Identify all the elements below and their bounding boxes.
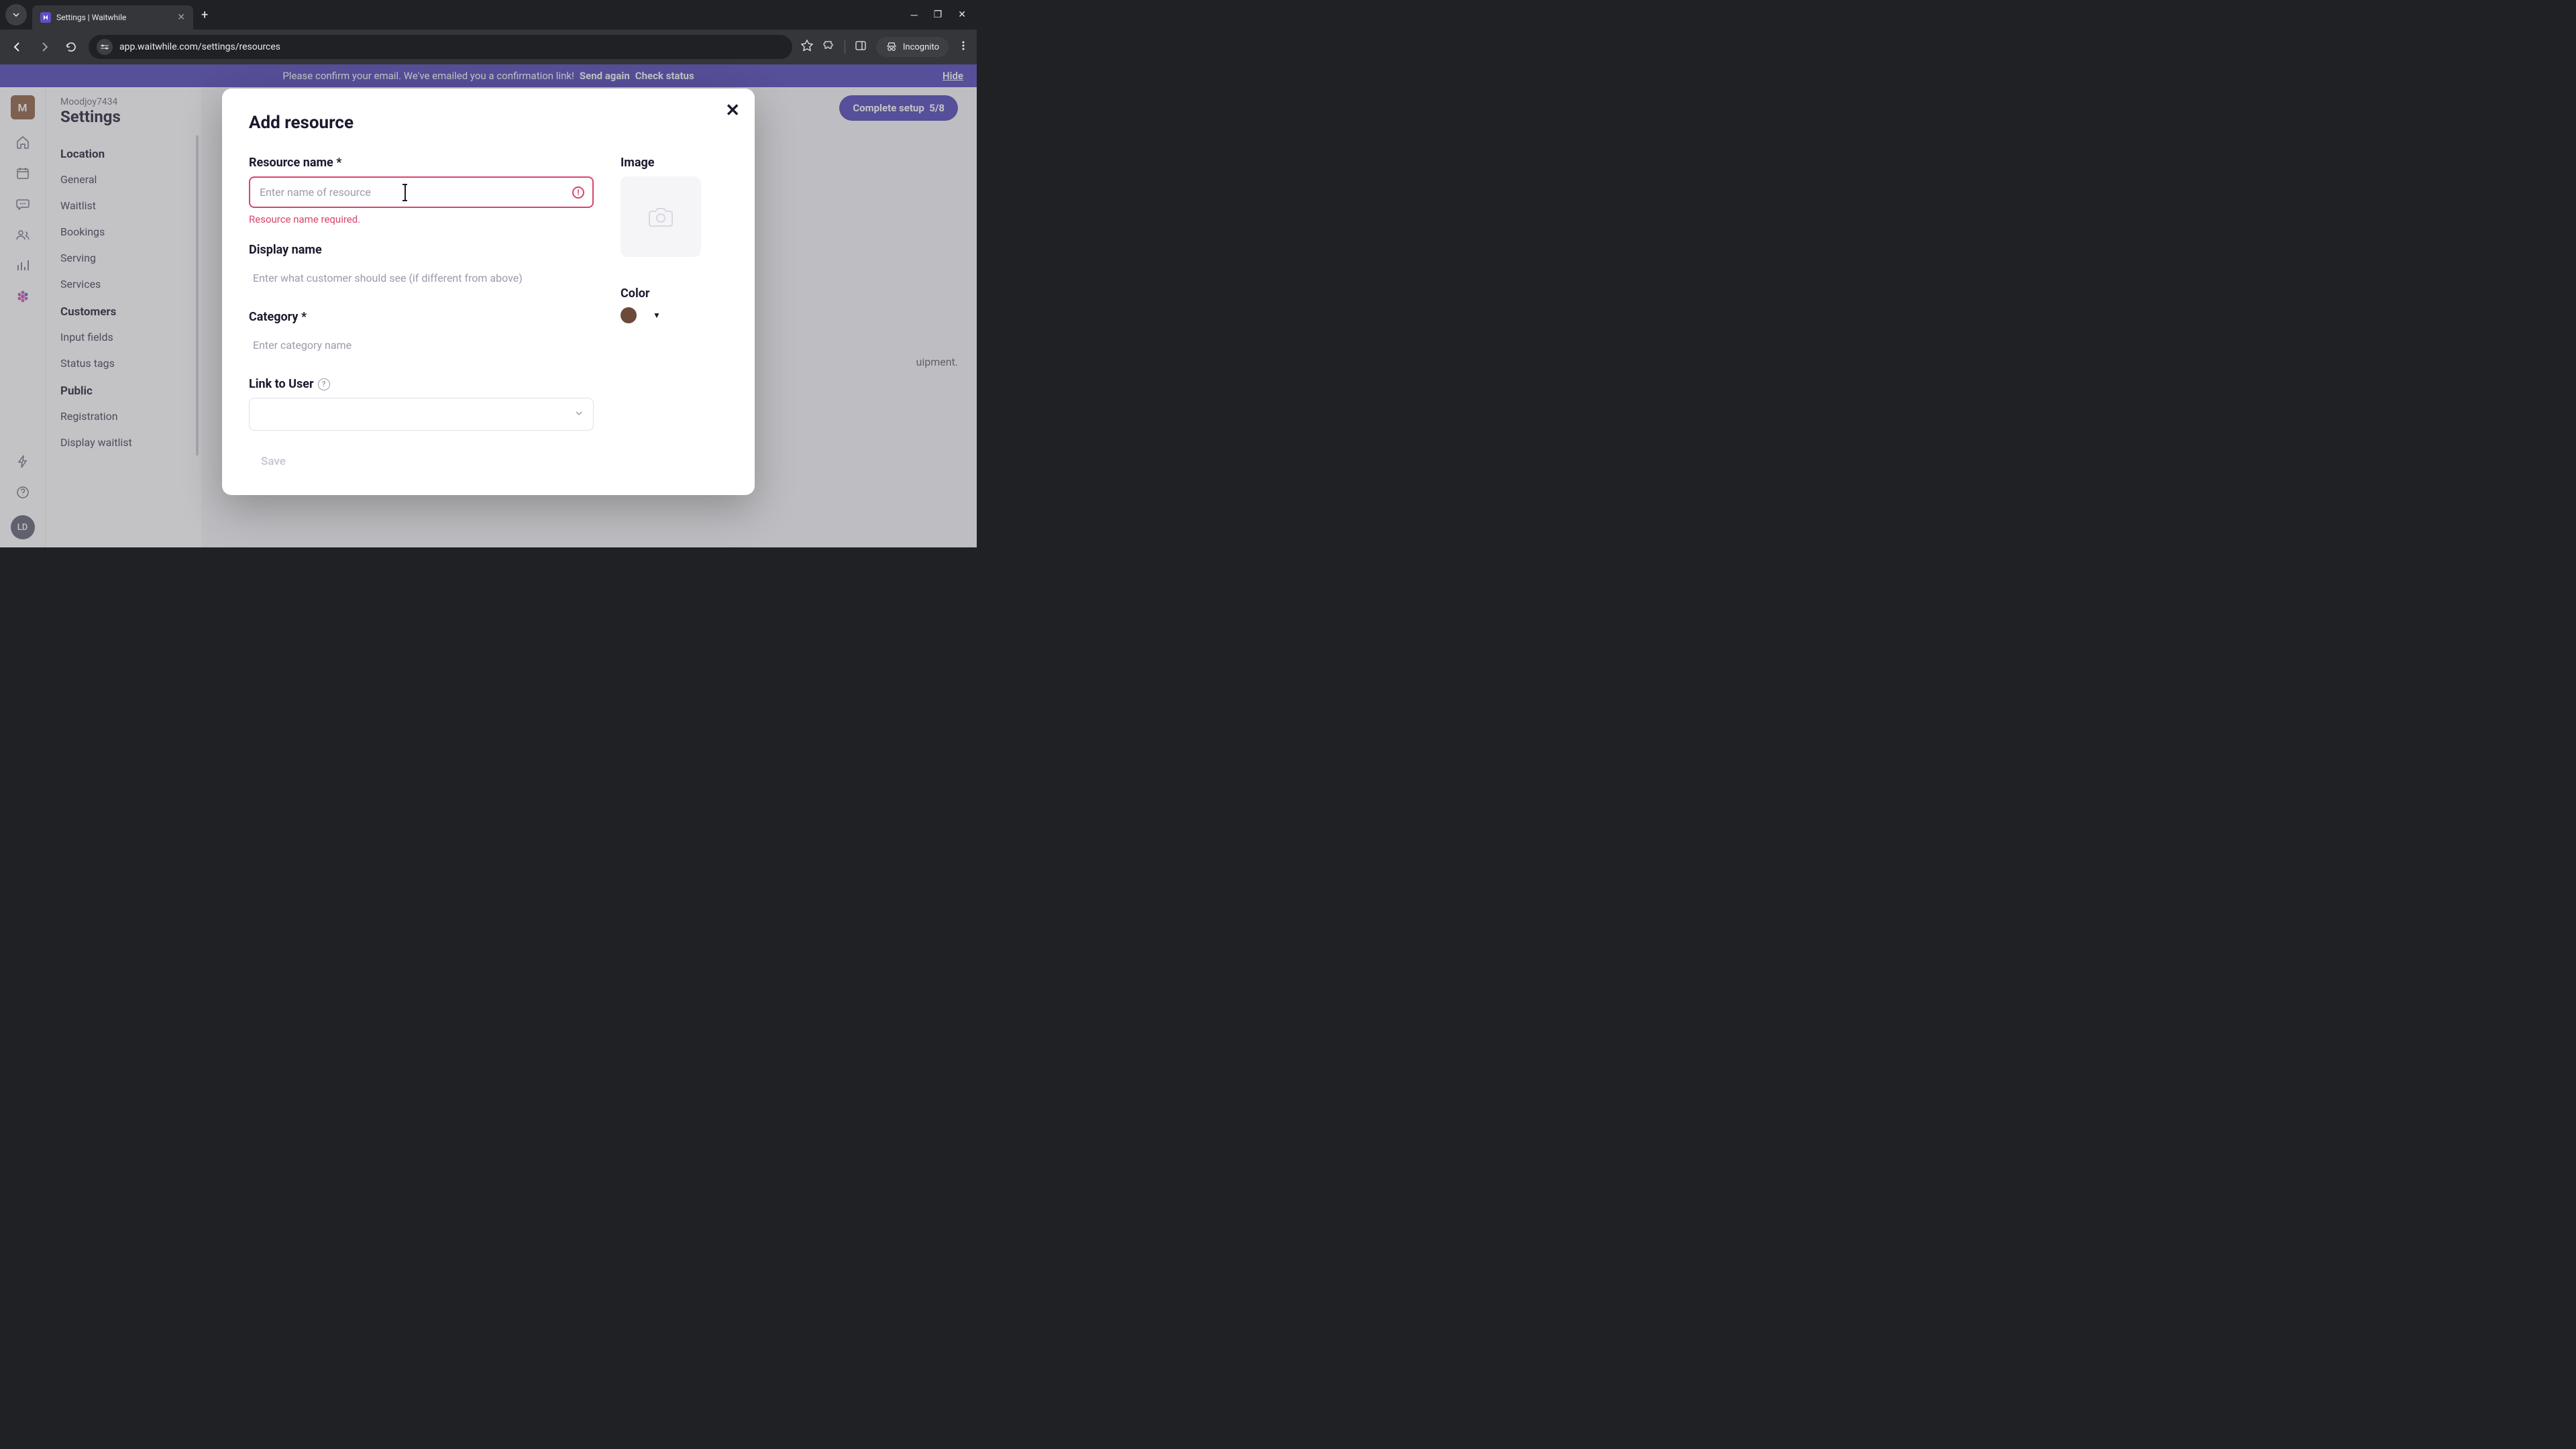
reload-button[interactable] bbox=[62, 38, 80, 56]
caret-down-icon: ▼ bbox=[653, 311, 661, 320]
incognito-badge[interactable]: Incognito bbox=[876, 37, 949, 57]
url-text: app.waitwhile.com/settings/resources bbox=[119, 42, 280, 52]
side-panel-button[interactable] bbox=[855, 40, 867, 54]
arrow-left-icon bbox=[11, 41, 23, 53]
chevron-down-icon bbox=[12, 11, 20, 19]
maximize-button[interactable]: ❐ bbox=[934, 9, 943, 21]
category-input[interactable] bbox=[249, 331, 594, 360]
link-user-select[interactable] bbox=[249, 398, 594, 431]
browser-menu-button[interactable] bbox=[958, 40, 969, 54]
image-upload-button[interactable] bbox=[621, 176, 701, 257]
tune-icon bbox=[100, 42, 109, 52]
browser-toolbar: app.waitwhile.com/settings/resources Inc… bbox=[0, 30, 977, 64]
link-user-label: Link to User ? bbox=[249, 377, 594, 391]
browser-tab-strip: Settings | Waitwhile ✕ + ─ ❐ ✕ bbox=[0, 0, 977, 30]
color-picker[interactable]: ▼ bbox=[621, 307, 728, 323]
resource-name-label: Resource name * bbox=[249, 156, 594, 170]
save-button[interactable]: Save bbox=[249, 448, 298, 475]
incognito-icon bbox=[885, 41, 898, 53]
incognito-label: Incognito bbox=[903, 42, 939, 52]
help-tooltip-icon[interactable]: ? bbox=[318, 378, 330, 390]
resource-name-error: Resource name required. bbox=[249, 213, 594, 225]
kebab-icon bbox=[958, 40, 969, 51]
star-icon bbox=[800, 39, 814, 52]
category-label: Category * bbox=[249, 310, 594, 324]
minimize-button[interactable]: ─ bbox=[911, 9, 918, 21]
color-swatch bbox=[621, 307, 637, 323]
camera-icon bbox=[646, 202, 676, 231]
color-label: Color bbox=[621, 286, 728, 301]
display-name-input[interactable] bbox=[249, 264, 594, 292]
puzzle-icon bbox=[823, 40, 835, 52]
new-tab-button[interactable]: + bbox=[201, 8, 208, 22]
chevron-down-icon bbox=[574, 408, 584, 421]
modal-title: Add resource bbox=[249, 113, 728, 133]
modal-overlay[interactable]: ✕ Add resource Resource name * ! Resourc… bbox=[0, 64, 977, 547]
site-info-button[interactable] bbox=[97, 39, 113, 55]
arrow-right-icon bbox=[38, 41, 50, 53]
extensions-button[interactable] bbox=[823, 40, 835, 54]
window-controls: ─ ❐ ✕ bbox=[911, 9, 971, 21]
error-icon: ! bbox=[572, 186, 584, 199]
add-resource-modal: ✕ Add resource Resource name * ! Resourc… bbox=[222, 89, 755, 495]
reload-icon bbox=[65, 41, 77, 53]
panel-icon bbox=[855, 40, 867, 52]
image-label: Image bbox=[621, 156, 728, 170]
modal-close-button[interactable]: ✕ bbox=[725, 101, 740, 121]
forward-button[interactable] bbox=[35, 38, 54, 56]
resource-name-input[interactable] bbox=[249, 176, 594, 208]
bookmark-button[interactable] bbox=[800, 39, 814, 55]
back-button[interactable] bbox=[8, 38, 27, 56]
tab-title: Settings | Waitwhile bbox=[56, 13, 172, 22]
tab-close-button[interactable]: ✕ bbox=[177, 12, 185, 23]
tab-search-button[interactable] bbox=[5, 4, 27, 25]
address-bar[interactable]: app.waitwhile.com/settings/resources bbox=[89, 35, 792, 59]
close-window-button[interactable]: ✕ bbox=[958, 9, 966, 21]
favicon bbox=[40, 12, 51, 23]
browser-tab[interactable]: Settings | Waitwhile ✕ bbox=[32, 5, 193, 30]
display-name-label: Display name bbox=[249, 243, 594, 257]
